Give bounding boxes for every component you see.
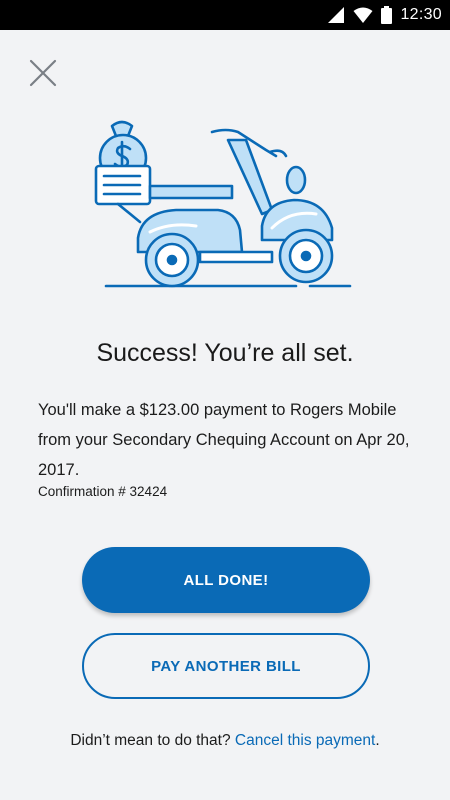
battery-icon: [381, 6, 393, 24]
scooter-with-money-bag-illustration: [94, 120, 352, 288]
payment-summary-text: You'll make a $123.00 payment to Rogers …: [38, 401, 410, 479]
status-time: 12:30: [400, 6, 442, 23]
status-bar: 12:30: [0, 0, 450, 30]
page-title: Success! You’re all set.: [96, 339, 354, 367]
pay-another-bill-button[interactable]: PAY ANOTHER BILL: [82, 633, 370, 699]
status-icons: 12:30: [327, 0, 442, 30]
confirmation-number: Confirmation # 32424: [38, 484, 168, 499]
close-button[interactable]: [26, 56, 60, 90]
wifi-icon: [353, 7, 373, 23]
signal-icon: [328, 7, 345, 23]
cancel-payment-footer: Didn’t mean to do that? Cancel this paym…: [0, 732, 450, 750]
cancel-payment-link[interactable]: Cancel this payment: [235, 732, 375, 749]
close-icon[interactable]: [26, 56, 60, 90]
footer-suffix: .: [375, 732, 380, 749]
all-done-button[interactable]: ALL DONE!: [82, 547, 370, 613]
footer-prompt: Didn’t mean to do that?: [70, 732, 235, 749]
